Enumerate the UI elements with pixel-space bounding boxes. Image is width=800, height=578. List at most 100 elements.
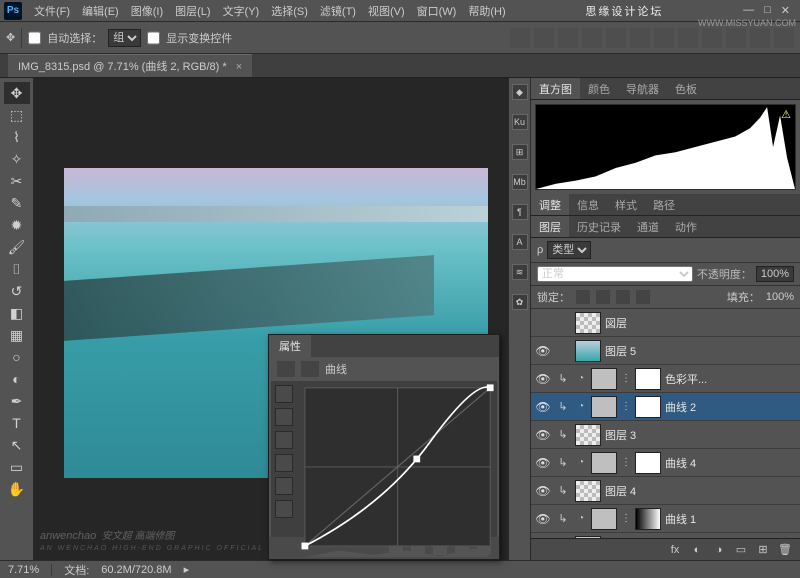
- status-zoom[interactable]: 7.71%: [8, 564, 39, 576]
- visibility-toggle-icon[interactable]: 👁: [535, 456, 551, 470]
- visibility-toggle-icon[interactable]: 👁: [535, 344, 551, 358]
- layer-name[interactable]: 图层 5: [605, 343, 796, 359]
- distribute-icon[interactable]: [750, 28, 770, 48]
- lasso-tool[interactable]: ⌇: [4, 126, 30, 148]
- close-tab-icon[interactable]: ×: [236, 61, 242, 73]
- auto-select-checkbox[interactable]: [28, 29, 41, 47]
- filter-kind-icon[interactable]: ρ: [537, 244, 543, 256]
- stamp-tool[interactable]: ⌷: [4, 258, 30, 280]
- layer-mask-thumb[interactable]: [635, 396, 661, 418]
- properties-panel[interactable]: 属性 曲线: [268, 334, 500, 560]
- align-icon[interactable]: [534, 28, 554, 48]
- distribute-icon[interactable]: [774, 28, 794, 48]
- tab-paths[interactable]: 路径: [645, 194, 683, 215]
- dodge-tool[interactable]: ◐: [4, 368, 30, 390]
- layer-thumbnail[interactable]: [591, 396, 617, 418]
- window-close-icon[interactable]: ✕: [781, 4, 790, 17]
- healing-tool[interactable]: ✹: [4, 214, 30, 236]
- lock-pixels-icon[interactable]: [596, 290, 610, 304]
- tab-channels[interactable]: 通道: [629, 216, 667, 237]
- dock-icon[interactable]: ◆: [512, 84, 528, 100]
- layer-name[interactable]: 図层: [605, 315, 796, 331]
- crop-tool[interactable]: ✂: [4, 170, 30, 192]
- layer-list[interactable]: 図层👁图层 5👁↳◔⋮色彩平...👁↳◔⋮曲线 2👁↳图层 3👁↳◔⋮曲线 4👁…: [531, 309, 800, 538]
- filter-kind-select[interactable]: 类型: [547, 241, 591, 259]
- visibility-toggle-icon[interactable]: 👁: [535, 400, 551, 414]
- align-icon[interactable]: [606, 28, 626, 48]
- tab-info[interactable]: 信息: [569, 194, 607, 215]
- fill-value[interactable]: 100%: [766, 291, 794, 303]
- link-mask-icon[interactable]: ⋮: [621, 373, 631, 384]
- layer-row[interactable]: 👁↳◔⋮曲线 4: [531, 449, 800, 477]
- delete-layer-icon[interactable]: 🗑: [778, 543, 792, 557]
- blur-tool[interactable]: ○: [4, 346, 30, 368]
- dock-icon[interactable]: ✿: [512, 294, 528, 310]
- magic-wand-tool[interactable]: ✧: [4, 148, 30, 170]
- layer-row[interactable]: 👁↳◔⋮色彩平...: [531, 365, 800, 393]
- visibility-toggle-icon[interactable]: 👁: [535, 372, 551, 386]
- histogram-warning-icon[interactable]: ⚠: [781, 108, 791, 121]
- layer-name[interactable]: 色彩平...: [665, 371, 796, 387]
- layer-mask-thumb[interactable]: [635, 368, 661, 390]
- tab-swatches[interactable]: 色板: [667, 78, 705, 99]
- align-icon[interactable]: [510, 28, 530, 48]
- marquee-tool[interactable]: ⬚: [4, 104, 30, 126]
- layer-group-icon[interactable]: ▭: [734, 543, 748, 557]
- link-mask-icon[interactable]: ⋮: [621, 513, 631, 524]
- auto-select-target-select[interactable]: 组: [108, 29, 141, 47]
- tab-navigator[interactable]: 导航器: [618, 78, 667, 99]
- layer-row[interactable]: 👁↳◔⋮曲线 1: [531, 505, 800, 533]
- layer-mask-thumb[interactable]: [635, 508, 661, 530]
- eyedropper-tool[interactable]: ✎: [4, 192, 30, 214]
- lock-all-icon[interactable]: [636, 290, 650, 304]
- layer-mask-icon[interactable]: ◐: [690, 543, 704, 557]
- layer-row[interactable]: 図层: [531, 309, 800, 337]
- dock-icon[interactable]: ≋: [512, 264, 528, 280]
- layer-row[interactable]: 👁↳◔⋮曲线 2: [531, 393, 800, 421]
- layer-thumbnail[interactable]: [575, 340, 601, 362]
- menu-help[interactable]: 帮助(H): [462, 1, 511, 21]
- brush-tool[interactable]: 🖌: [4, 236, 30, 258]
- menu-file[interactable]: 文件(F): [28, 1, 76, 21]
- tab-adjustments[interactable]: 调整: [531, 194, 569, 215]
- menu-filter[interactable]: 滤镜(T): [314, 1, 362, 21]
- window-minimize-icon[interactable]: —: [743, 4, 754, 17]
- hand-tool[interactable]: ✋: [4, 478, 30, 500]
- opacity-value[interactable]: 100%: [756, 266, 794, 282]
- layer-thumbnail[interactable]: [591, 452, 617, 474]
- layer-name[interactable]: 图层 3: [605, 427, 796, 443]
- menu-image[interactable]: 图像(I): [125, 1, 169, 21]
- align-icon[interactable]: [630, 28, 650, 48]
- layer-thumbnail[interactable]: [575, 480, 601, 502]
- layer-thumbnail[interactable]: [591, 508, 617, 530]
- status-doc-size[interactable]: 60.2M/720.8M: [101, 564, 171, 576]
- layer-row[interactable]: 👁↳图层 3: [531, 421, 800, 449]
- distribute-icon[interactable]: [726, 28, 746, 48]
- document-tab[interactable]: IMG_8315.psd @ 7.71% (曲线 2, RGB/8) * ×: [8, 54, 252, 77]
- tab-actions[interactable]: 动作: [667, 216, 705, 237]
- link-mask-icon[interactable]: ⋮: [621, 457, 631, 468]
- pen-tool[interactable]: ✒: [4, 390, 30, 412]
- dock-icon[interactable]: Ku: [512, 114, 528, 130]
- lock-transparency-icon[interactable]: [576, 290, 590, 304]
- blend-mode-select[interactable]: 正常: [537, 266, 693, 282]
- eraser-tool[interactable]: ◧: [4, 302, 30, 324]
- menu-select[interactable]: 选择(S): [265, 1, 314, 21]
- layer-mask-thumb[interactable]: [635, 452, 661, 474]
- dock-icon[interactable]: ⊞: [512, 144, 528, 160]
- menu-view[interactable]: 视图(V): [362, 1, 411, 21]
- tab-history[interactable]: 历史记录: [569, 216, 629, 237]
- link-mask-icon[interactable]: ⋮: [621, 401, 631, 412]
- show-transform-checkbox[interactable]: [147, 29, 160, 47]
- type-tool[interactable]: T: [4, 412, 30, 434]
- distribute-icon[interactable]: [702, 28, 722, 48]
- layer-name[interactable]: 曲线 4: [665, 455, 796, 471]
- menu-type[interactable]: 文字(Y): [217, 1, 266, 21]
- visibility-toggle-icon[interactable]: 👁: [535, 428, 551, 442]
- new-layer-icon[interactable]: ⊞: [756, 543, 770, 557]
- move-tool[interactable]: ✥: [4, 82, 30, 104]
- visibility-toggle-icon[interactable]: 👁: [535, 484, 551, 498]
- path-tool[interactable]: ↖: [4, 434, 30, 456]
- layer-thumbnail[interactable]: [575, 312, 601, 334]
- menu-window[interactable]: 窗口(W): [411, 1, 463, 21]
